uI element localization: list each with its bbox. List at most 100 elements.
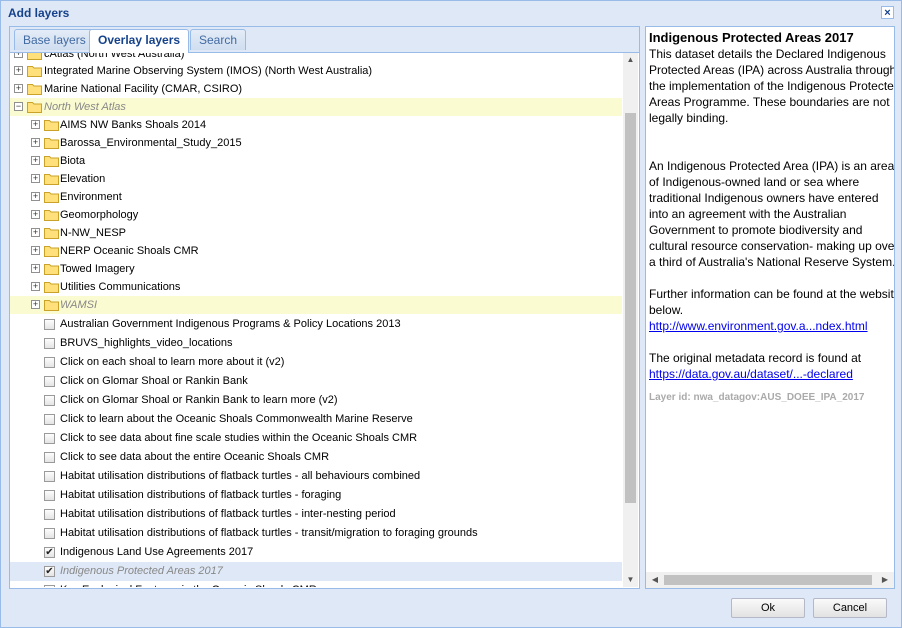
expand-icon[interactable]: + [31,138,40,147]
scroll-left-icon[interactable]: ◀ [648,572,662,588]
metadata-link[interactable]: https://data.gov.au/dataset/...-declared [649,367,853,381]
layer-row[interactable]: Habitat utilisation distributions of fla… [10,486,622,505]
folder-icon [44,174,59,185]
folder-icon [44,120,59,131]
layer-checkbox[interactable] [44,528,55,539]
expand-icon[interactable]: + [31,300,40,309]
layer-row[interactable]: ✔ Indigenous Land Use Agreements 2017 [10,543,622,562]
layer-row[interactable]: BRUVS_highlights_video_locations [10,334,622,353]
layer-row[interactable]: Habitat utilisation distributions of fla… [10,505,622,524]
folder-icon [44,228,59,239]
tree-folder-row[interactable]: + AIMS NW Banks Shoals 2014 [10,116,622,134]
layer-id-text: Layer id: nwa_datagov:AUS_DOEE_IPA_2017 [649,392,865,403]
info-horizontal-scrollbar[interactable]: ◀ ▶ [646,572,894,588]
tree-folder-row[interactable]: + Biota [10,152,622,170]
scroll-thumb[interactable] [664,575,872,585]
layer-label: Indigenous Land Use Agreements 2017 [60,546,254,558]
layer-row[interactable]: Habitat utilisation distributions of fla… [10,467,622,486]
layer-info-paragraph: The original metadata record is found at [649,351,862,365]
layer-checkbox[interactable] [44,376,55,387]
folder-icon [44,138,59,149]
layer-row[interactable]: Click to see data about fine scale studi… [10,429,622,448]
tab-search[interactable]: Search [190,29,247,50]
expand-icon[interactable]: + [31,246,40,255]
expand-icon[interactable]: + [31,120,40,129]
folder-icon [44,264,59,275]
layer-checkbox[interactable] [44,357,55,368]
tree-folder-row-north-west-atlas[interactable]: − North West Atlas [10,98,622,116]
tree-folder-row[interactable]: + N-NW_NESP [10,224,622,242]
expand-icon[interactable]: + [14,84,23,93]
layer-label: Click on each shoal to learn more about … [60,356,285,368]
tree-folder-row[interactable]: + Towed Imagery [10,260,622,278]
layer-checkbox[interactable] [44,585,55,587]
environment-link[interactable]: http://www.environment.gov.a...ndex.html [649,319,868,333]
layer-label: Habitat utilisation distributions of fla… [60,470,421,482]
layer-row[interactable]: Key Ecological Features in the Oceanic S… [10,581,622,587]
expand-icon[interactable]: + [31,156,40,165]
layer-checkbox[interactable] [44,471,55,482]
layer-row[interactable]: ✔ Indigenous Protected Areas 2017 [10,562,622,581]
expand-icon[interactable]: + [14,66,23,75]
tree-folder-row[interactable]: + Marine National Facility (CMAR, CSIRO) [10,80,622,98]
layer-row[interactable]: Click on Glomar Shoal or Rankin Bank to … [10,391,622,410]
scroll-right-icon[interactable]: ▶ [878,572,892,588]
layer-checkbox[interactable] [44,452,55,463]
layer-row[interactable]: Click on each shoal to learn more about … [10,353,622,372]
cancel-button[interactable]: Cancel [813,598,887,618]
layer-info-title: Indigenous Protected Areas 2017 [649,30,854,45]
expand-icon[interactable]: + [31,228,40,237]
tree-folder-label: Towed Imagery [60,263,135,275]
layers-panel: Base layers Overlay layers Search + cAtl… [9,26,640,589]
ok-button[interactable]: Ok [731,598,805,618]
tree-folder-label: Biota [60,155,86,167]
tab-overlay-layers[interactable]: Overlay layers [89,29,190,53]
layer-info-paragraph: This dataset details the Declared Indige… [649,47,895,125]
layer-checkbox[interactable]: ✔ [44,566,55,577]
expand-icon[interactable]: + [31,192,40,201]
layer-label: Click on Glomar Shoal or Rankin Bank to … [60,394,338,406]
layer-label: Click to see data about the entire Ocean… [60,451,330,463]
tree-vertical-scrollbar[interactable]: ▲ ▼ [623,53,638,587]
scroll-up-icon[interactable]: ▲ [623,53,638,67]
layer-checkbox[interactable] [44,414,55,425]
layer-checkbox[interactable] [44,433,55,444]
tree-folder-row[interactable]: + WAMSI [10,296,622,314]
layer-checkbox[interactable] [44,395,55,406]
layer-row[interactable]: Click to see data about the entire Ocean… [10,448,622,467]
expand-icon[interactable]: + [31,210,40,219]
layer-label: Click to learn about the Oceanic Shoals … [60,413,413,425]
folder-icon [27,53,42,60]
tree-folder-row[interactable]: + Barossa_Environmental_Study_2015 [10,134,622,152]
tree-folder-label: Environment [60,191,122,203]
tree-folder-row[interactable]: + Environment [10,188,622,206]
tree-folder-label: AIMS NW Banks Shoals 2014 [60,119,207,131]
tab-base-layers[interactable]: Base layers [14,29,95,50]
scroll-down-icon[interactable]: ▼ [623,573,638,587]
expand-icon[interactable]: + [14,53,23,58]
scroll-thumb[interactable] [625,113,636,503]
collapse-icon[interactable]: − [14,102,23,111]
layer-checkbox[interactable] [44,319,55,330]
tree-folder-row[interactable]: + Utilities Communications [10,278,622,296]
tree-folder-row[interactable]: + Elevation [10,170,622,188]
layer-row[interactable]: Click to learn about the Oceanic Shoals … [10,410,622,429]
layer-row[interactable]: Australian Government Indigenous Program… [10,315,622,334]
layer-checkbox[interactable]: ✔ [44,547,55,558]
tree-folder-row[interactable]: + NERP Oceanic Shoals CMR [10,242,622,260]
close-icon[interactable]: × [881,6,894,19]
layer-checkbox[interactable] [44,490,55,501]
layer-row[interactable]: Click on Glomar Shoal or Rankin Bank [10,372,622,391]
layer-row[interactable]: Habitat utilisation distributions of fla… [10,524,622,543]
expand-icon[interactable]: + [31,282,40,291]
tree-folder-label: Geomorphology [60,209,139,221]
tree-folder-row[interactable]: + Geomorphology [10,206,622,224]
expand-icon[interactable]: + [31,264,40,273]
tree-folder-row[interactable]: + Integrated Marine Observing System (IM… [10,62,622,80]
layer-checkbox[interactable] [44,338,55,349]
layer-checkbox[interactable] [44,509,55,520]
dialog-titlebar[interactable]: Add layers × [1,1,901,25]
expand-icon[interactable]: + [31,174,40,183]
layer-label: BRUVS_highlights_video_locations [60,337,233,349]
folder-icon [44,156,59,167]
